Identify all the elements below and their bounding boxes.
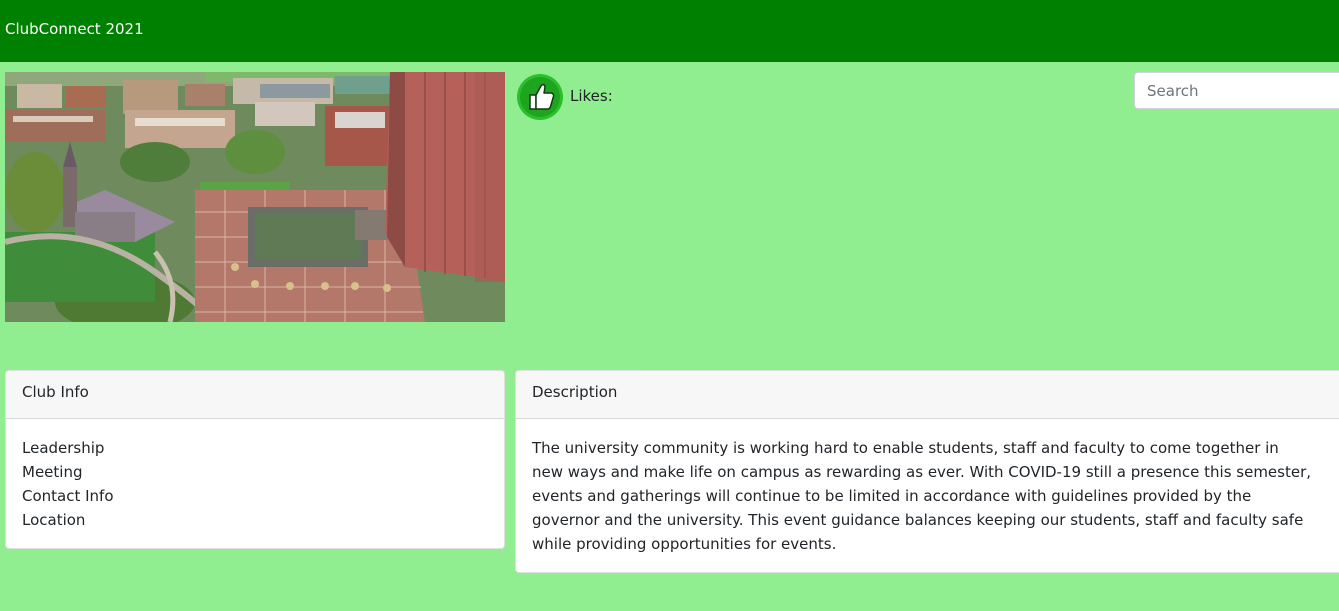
description-text: The university community is working hard… [532,439,1312,553]
club-info-card: Club Info Leadership Meeting Contact Inf… [5,370,505,549]
description-card: Description The university community is … [515,370,1339,573]
club-info-contact: Contact Info [22,487,114,505]
campus-aerial-photo [5,72,505,322]
club-info-meeting: Meeting [22,463,83,481]
top-navbar: ClubConnect 2021 [0,0,1339,62]
club-info-leadership: Leadership [22,439,105,457]
description-body: The university community is working hard… [516,419,1339,556]
club-info-header: Club Info [6,371,504,419]
club-info-body: Leadership Meeting Contact Info Location [6,419,504,532]
search-input[interactable] [1134,72,1339,109]
club-info-location: Location [22,511,86,529]
thumbs-up-icon[interactable] [516,73,564,121]
description-header: Description [516,371,1339,419]
brand-title[interactable]: ClubConnect 2021 [5,19,144,39]
likes-label: Likes: [570,87,613,105]
